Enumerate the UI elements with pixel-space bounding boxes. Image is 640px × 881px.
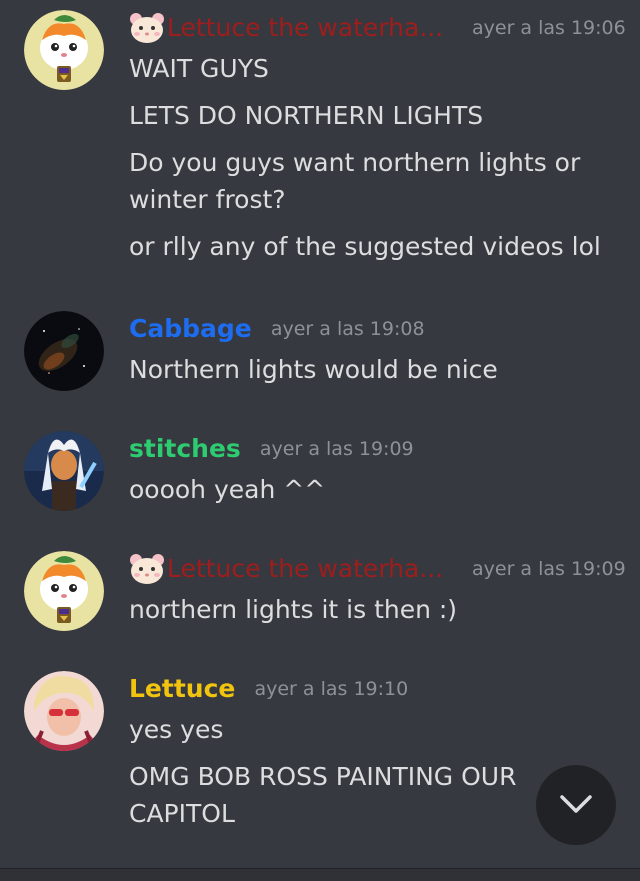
avatar-lettuce[interactable]	[24, 671, 104, 751]
message-header: Lettuce the waterha... ayer a las 19:06	[129, 10, 626, 46]
message-content: Northern lights would be nice	[129, 351, 609, 388]
message-line: OMG BOB ROSS PAINTING OUR CAPITOL	[129, 762, 517, 828]
message-line: LETS DO NORTHERN LIGHTS	[129, 101, 484, 130]
username[interactable]: Lettuce the waterha...	[167, 554, 443, 583]
username[interactable]: stitches	[129, 434, 241, 463]
avatar-hamster[interactable]	[24, 10, 104, 90]
message-header: stitches ayer a las 19:09	[129, 431, 414, 467]
message-content: northern lights it is then :)	[129, 591, 609, 628]
timestamp: ayer a las 19:08	[270, 318, 425, 340]
hamster-face-icon	[129, 12, 165, 44]
hamster-face-icon	[129, 553, 165, 585]
avatar-hamster[interactable]	[24, 551, 104, 631]
message-content: ooooh yeah ^^	[129, 471, 609, 508]
bottom-bar	[0, 868, 640, 881]
message-line: WAIT GUYS	[129, 54, 269, 83]
username[interactable]: Lettuce	[129, 674, 235, 703]
message-line: Northern lights would be nice	[129, 355, 498, 384]
username[interactable]: Lettuce the waterha...	[167, 13, 443, 42]
scroll-to-bottom-button[interactable]	[536, 765, 616, 845]
chevron-down-icon	[560, 795, 592, 813]
message-content: WAIT GUYS LETS DO NORTHERN LIGHTS Do you…	[129, 50, 609, 265]
timestamp: ayer a las 19:10	[254, 678, 409, 700]
username[interactable]: Cabbage	[129, 314, 252, 343]
message-line: Do you guys want northern lights or wint…	[129, 148, 581, 214]
message-line: or rlly any of the suggested videos lol	[129, 232, 601, 261]
message-header: Lettuce ayer a las 19:10	[129, 671, 408, 707]
message-content: yes yes OMG BOB ROSS PAINTING OUR CAPITO…	[129, 711, 549, 832]
timestamp: ayer a las 19:09	[472, 558, 626, 580]
avatar-cabbage[interactable]	[24, 311, 104, 391]
message-header: Lettuce the waterha... ayer a las 19:09	[129, 551, 626, 587]
timestamp: ayer a las 19:06	[472, 17, 626, 39]
timestamp: ayer a las 19:09	[259, 438, 414, 460]
message-line: ooooh yeah ^^	[129, 475, 326, 504]
chat-messages: Lettuce the waterha... ayer a las 19:06 …	[0, 0, 640, 868]
message-line: northern lights it is then :)	[129, 595, 458, 624]
message-header: Cabbage ayer a las 19:08	[129, 311, 425, 347]
avatar-stitches[interactable]	[24, 431, 104, 511]
message-line: yes yes	[129, 715, 224, 744]
